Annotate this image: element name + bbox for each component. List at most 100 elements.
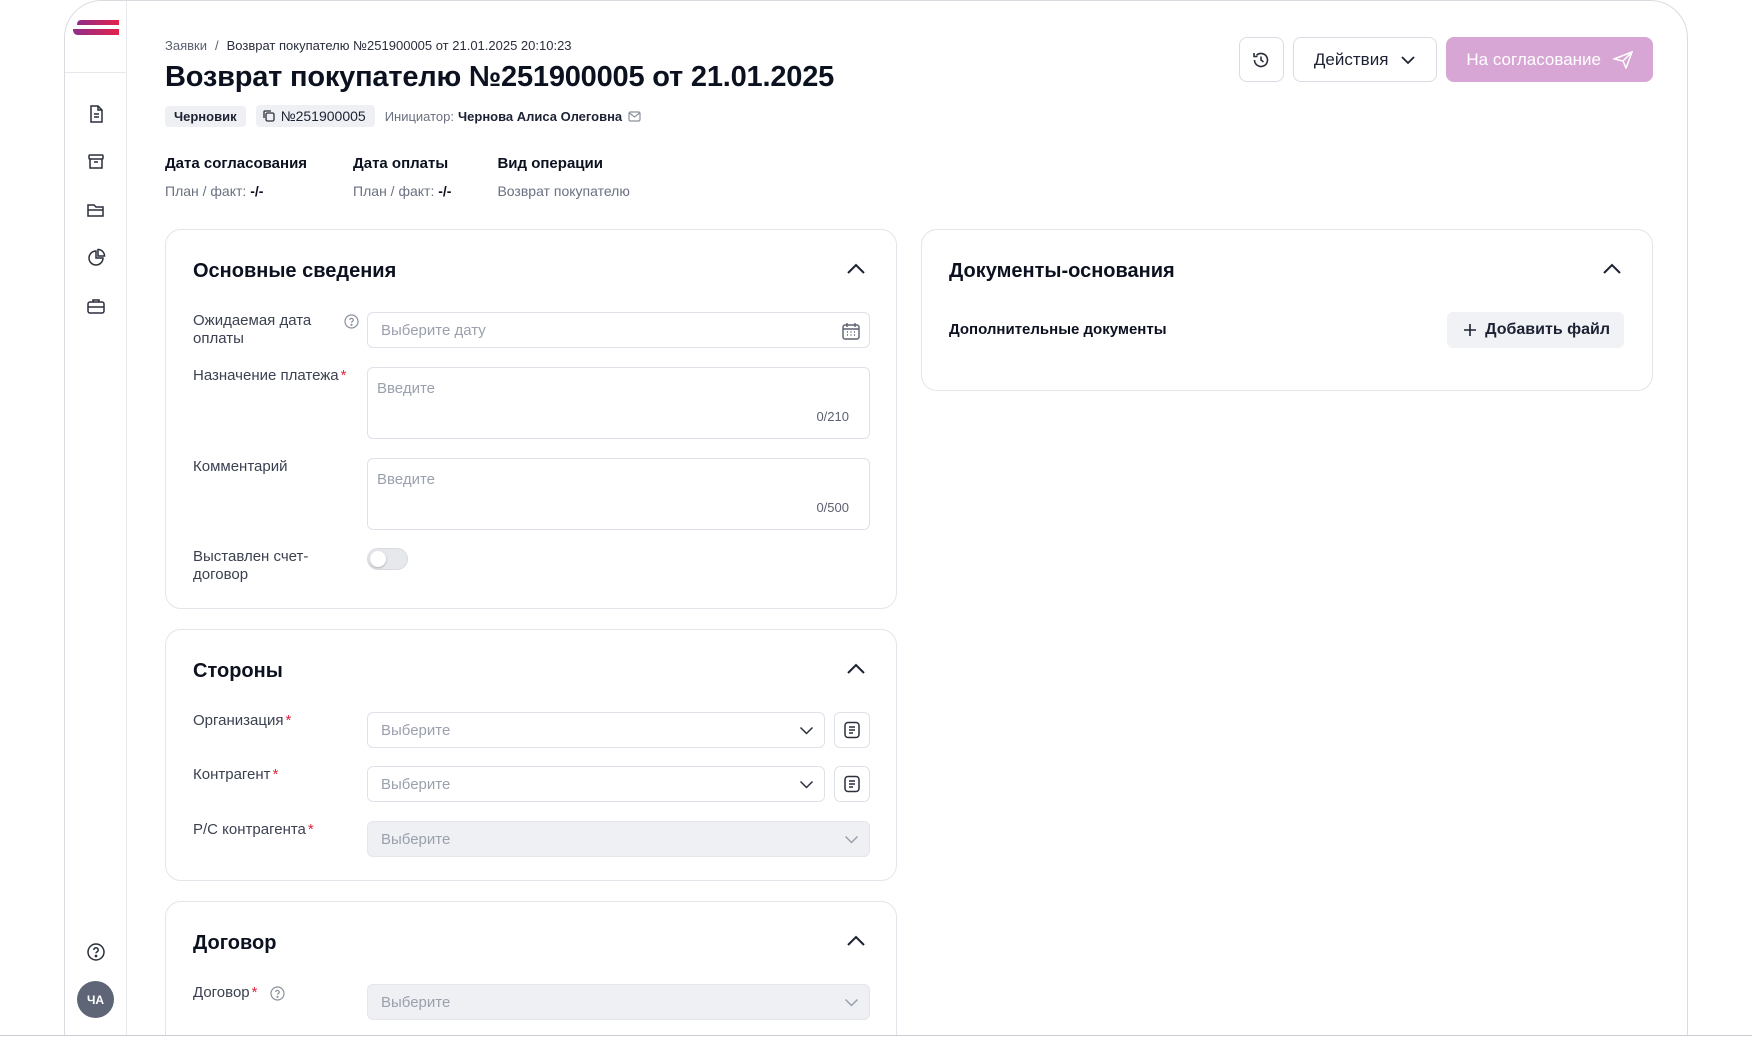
- stat-operation-type: Вид операции Возврат покупателю: [497, 155, 629, 199]
- stat-value: План / факт: -/-: [165, 183, 307, 199]
- counterparty-select[interactable]: Выберите: [367, 766, 825, 802]
- card-title: Документы-основания: [949, 260, 1175, 282]
- briefcase-icon: [87, 299, 105, 314]
- sidebar-item-folders[interactable]: [84, 198, 108, 222]
- chevron-up-icon[interactable]: [846, 934, 866, 948]
- initiator-label: Инициатор:: [384, 108, 455, 124]
- chevron-up-icon[interactable]: [846, 662, 866, 676]
- input-placeholder: Выберите: [381, 721, 451, 739]
- copy-icon: [262, 110, 275, 122]
- counterparty-label: Контрагент *: [193, 766, 279, 783]
- account-label: Р/С контрагента *: [193, 821, 314, 838]
- breadcrumb-root[interactable]: Заявки: [165, 38, 207, 53]
- comment-label: Комментарий: [193, 458, 288, 475]
- add-file-button[interactable]: Добавить файл: [1447, 312, 1624, 348]
- list-doc-icon: [844, 721, 860, 739]
- comment-textarea[interactable]: Введите 0/500: [367, 458, 870, 530]
- brand-logo[interactable]: [73, 19, 119, 37]
- copy-number-badge[interactable]: №251900005: [255, 105, 375, 127]
- sidebar: ЧА: [65, 1, 127, 1035]
- input-placeholder: Выберите: [381, 775, 451, 793]
- invoice-toggle[interactable]: [367, 548, 408, 570]
- char-counter: 0/210: [816, 409, 849, 424]
- send-for-approval-button[interactable]: На согласование: [1446, 37, 1653, 82]
- parties-card: Стороны Организация * Выберите Контрагент…: [165, 629, 897, 881]
- help-icon[interactable]: [344, 314, 359, 329]
- chevron-down-icon: [844, 835, 859, 844]
- sidebar-item-analytics[interactable]: [84, 246, 108, 270]
- card-title: Стороны: [193, 660, 283, 682]
- actions-dropdown-button[interactable]: Действия: [1292, 37, 1438, 82]
- contract-card: Договор Договор * Выберите: [165, 901, 897, 1035]
- organization-select[interactable]: Выберите: [367, 712, 825, 748]
- extra-documents-label: Дополнительные документы: [949, 321, 1167, 338]
- account-select[interactable]: Выберите: [367, 821, 870, 857]
- purpose-label: Назначение платежа *: [193, 367, 347, 384]
- window-bottom-edge: [0, 1035, 1752, 1036]
- stat-key: Вид операции: [497, 155, 603, 172]
- send-icon: [1613, 50, 1633, 69]
- sidebar-divider: [65, 72, 127, 73]
- actions-label: Действия: [1313, 49, 1389, 69]
- documents-card: Документы-основания Дополнительные докум…: [921, 229, 1653, 391]
- invoice-label: Выставлен счет-договор: [193, 548, 309, 583]
- expected-date-label: Ожидаемая дата оплаты: [193, 312, 312, 347]
- stat-prefix: План / факт:: [353, 183, 435, 199]
- chevron-up-icon[interactable]: [1602, 262, 1622, 276]
- purpose-textarea[interactable]: Введите 0/210: [367, 367, 870, 439]
- user-avatar[interactable]: ЧА: [77, 981, 114, 1018]
- add-file-label: Добавить файл: [1485, 321, 1610, 338]
- page-title: Возврат покупателю №251900005 от 21.01.2…: [165, 61, 835, 93]
- stat-prefix: План / факт:: [165, 183, 247, 199]
- chevron-down-icon: [799, 780, 814, 789]
- stat-key: Дата согласования: [165, 155, 308, 172]
- sidebar-item-archive[interactable]: [84, 150, 108, 174]
- input-placeholder: Введите: [377, 380, 435, 397]
- chevron-down-icon: [844, 998, 859, 1007]
- stat-value: Возврат покупателю: [497, 183, 629, 199]
- stat-prefix: Возврат покупателю: [497, 183, 630, 199]
- app-window: ЧА Заявки / Возврат покупателю №25190000…: [64, 0, 1688, 1036]
- stat-number: -/-: [250, 183, 264, 199]
- stats-row: Дата согласования План / факт: -/- Дата …: [165, 155, 630, 199]
- organization-label: Организация *: [193, 712, 292, 729]
- initiator-name[interactable]: Чернова Алиса Олеговна: [458, 109, 622, 124]
- stat-value: План / факт: -/-: [353, 183, 451, 199]
- stat-number: -/-: [438, 183, 452, 199]
- card-title: Основные сведения: [193, 260, 397, 282]
- status-badge: Черновик: [165, 105, 246, 127]
- calendar-icon[interactable]: [841, 321, 861, 341]
- help-icon[interactable]: [270, 986, 285, 1001]
- approve-label: На согласование: [1466, 49, 1601, 69]
- mail-icon[interactable]: [628, 110, 641, 122]
- chevron-up-icon[interactable]: [846, 262, 866, 276]
- sidebar-item-help[interactable]: [84, 940, 108, 964]
- history-icon: [1253, 52, 1269, 67]
- sidebar-item-documents[interactable]: [84, 102, 108, 126]
- plus-icon: [1464, 324, 1477, 336]
- stat-approval-date: Дата согласования План / факт: -/-: [165, 155, 307, 199]
- request-number: №251900005: [280, 108, 366, 124]
- chevron-down-icon: [1401, 55, 1416, 64]
- organization-details-button[interactable]: [834, 712, 870, 748]
- input-placeholder: Введите: [377, 471, 435, 488]
- card-title: Договор: [193, 932, 277, 954]
- contract-select[interactable]: Выберите: [367, 984, 870, 1020]
- history-button[interactable]: [1238, 37, 1284, 82]
- breadcrumb: Заявки / Возврат покупателю №251900005 о…: [165, 38, 572, 53]
- folder-open-icon: [87, 204, 104, 217]
- pie-chart-icon: [88, 248, 106, 266]
- input-placeholder: Выберите: [381, 830, 451, 848]
- header-actions: Действия На согласование: [1238, 37, 1653, 82]
- breadcrumb-current: Возврат покупателю №251900005 от 21.01.2…: [226, 38, 572, 53]
- char-counter: 0/500: [816, 500, 849, 515]
- basic-info-card: Основные сведения Ожидаемая дата оплаты …: [165, 229, 897, 609]
- input-placeholder: Выберите дату: [381, 321, 486, 339]
- stat-key: Дата оплаты: [353, 155, 449, 172]
- list-doc-icon: [844, 775, 860, 793]
- counterparty-details-button[interactable]: [834, 766, 870, 802]
- expected-date-input[interactable]: Выберите дату: [367, 312, 870, 348]
- document-icon: [90, 105, 103, 123]
- breadcrumb-separator: /: [214, 38, 219, 53]
- sidebar-item-portfolio[interactable]: [84, 294, 108, 318]
